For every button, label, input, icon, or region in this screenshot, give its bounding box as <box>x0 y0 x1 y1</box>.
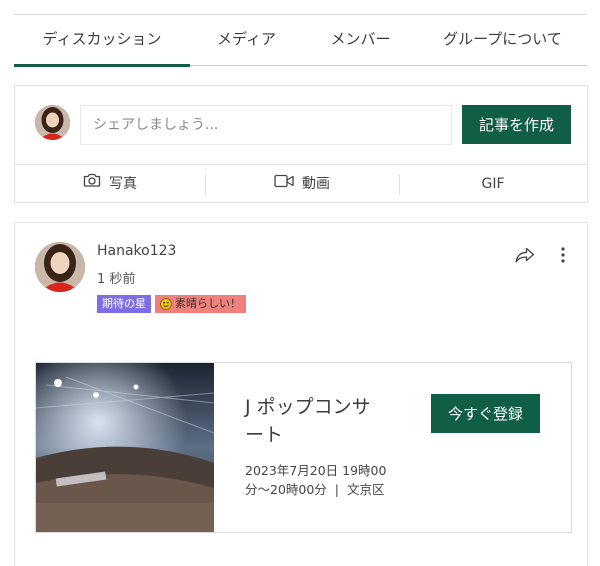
badge-awesome: 素晴らしい！ <box>155 295 246 313</box>
more-options-icon[interactable] <box>553 245 573 265</box>
camera-icon <box>83 165 101 203</box>
composer-actions: 写真 動画 GIF <box>15 164 587 202</box>
post-composer: 記事を作成 写真 動画 GIF <box>14 85 588 203</box>
video-icon <box>274 165 294 203</box>
register-now-button[interactable]: 今すぐ登録 <box>431 394 540 433</box>
author-badges: 期待の星 素晴らしい！ <box>97 295 246 313</box>
event-location: 文京区 <box>347 482 385 497</box>
event-title[interactable]: J ポップコンサート <box>245 393 385 449</box>
share-input[interactable] <box>80 105 452 145</box>
video-button[interactable]: 動画 <box>205 165 399 203</box>
group-tabs: ディスカッション メディア メンバー グループについて <box>14 14 587 67</box>
gif-label: GIF <box>481 176 505 192</box>
author-avatar[interactable] <box>35 242 85 292</box>
post-card: Hanako123 1 秒前 期待の星 素晴らしい！ J ポップコンサート 20… <box>14 222 588 566</box>
avatar[interactable] <box>35 105 70 140</box>
badge-label: 期待の星 <box>102 297 146 310</box>
badge-rising-star: 期待の星 <box>97 295 151 313</box>
smile-icon <box>160 298 172 310</box>
photo-label: 写真 <box>109 176 137 192</box>
author-name[interactable]: Hanako123 <box>97 243 176 259</box>
tab-media[interactable]: メディア <box>190 15 303 66</box>
gif-button[interactable]: GIF <box>399 165 587 203</box>
post-actions <box>515 245 573 265</box>
event-card[interactable]: J ポップコンサート 2023年7月20日 19時00分〜20時00分 | 文京… <box>35 362 572 533</box>
tab-members[interactable]: メンバー <box>303 15 418 66</box>
tab-about[interactable]: グループについて <box>418 15 587 66</box>
photo-button[interactable]: 写真 <box>15 165 205 203</box>
event-image <box>36 363 214 532</box>
meta-separator: | <box>334 482 340 497</box>
post-timestamp: 1 秒前 <box>97 272 136 287</box>
create-post-button[interactable]: 記事を作成 <box>462 105 571 144</box>
tab-discussion[interactable]: ディスカッション <box>14 15 190 66</box>
event-details: 2023年7月20日 19時00分〜20時00分 | 文京区 <box>245 461 405 499</box>
share-icon[interactable] <box>515 245 535 265</box>
badge-label: 素晴らしい！ <box>175 297 241 310</box>
video-label: 動画 <box>302 176 330 192</box>
active-tab-indicator <box>14 64 190 67</box>
